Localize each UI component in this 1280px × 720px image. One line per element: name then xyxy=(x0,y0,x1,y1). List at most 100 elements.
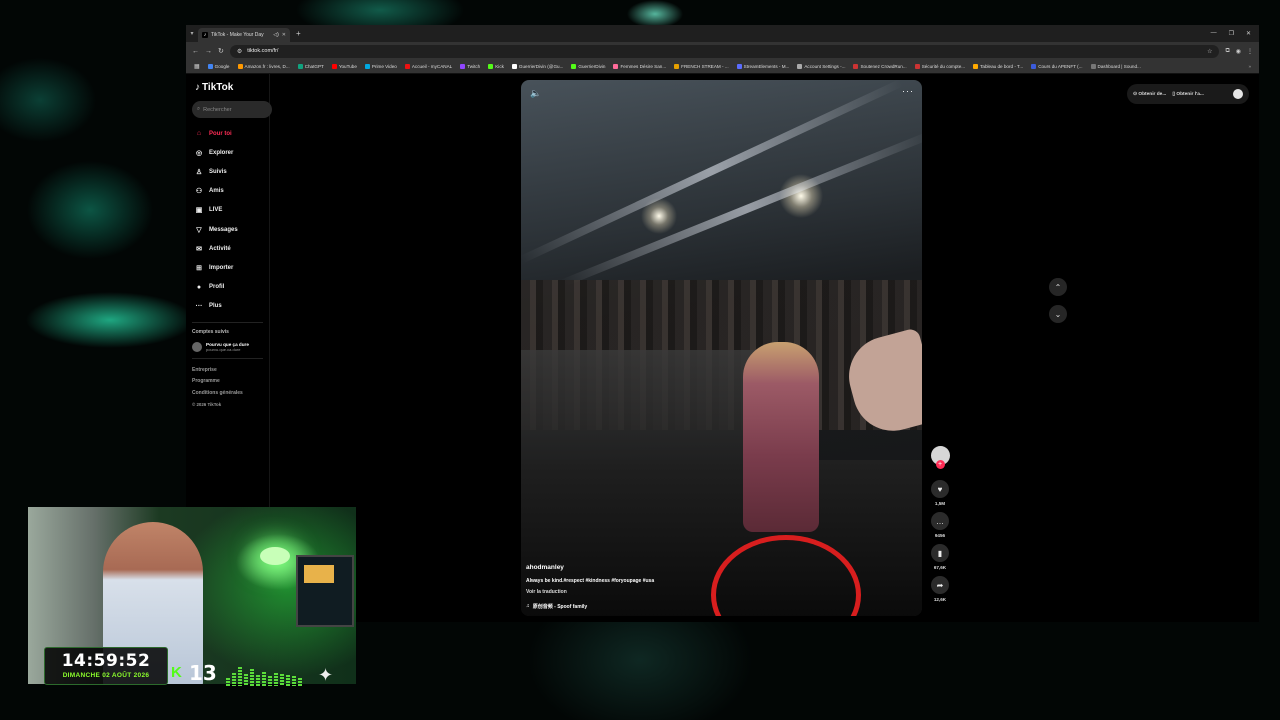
creator-avatar[interactable]: + xyxy=(930,446,950,469)
nav-item-label: Amis xyxy=(209,188,224,195)
restore-icon[interactable]: ❐ xyxy=(1229,30,1234,37)
tab-search-icon[interactable]: ▾ xyxy=(186,30,198,37)
bookmark-item[interactable]: Soutenez CrowdRun... xyxy=(853,64,907,69)
follow-plus-icon[interactable]: + xyxy=(935,460,945,469)
share-button[interactable]: ➦ xyxy=(931,576,949,594)
minimize-icon[interactable]: — xyxy=(1211,30,1217,37)
apps-grid-icon[interactable]: ▦ xyxy=(194,63,200,70)
bookmark-favicon-icon xyxy=(237,64,243,69)
video-player[interactable]: 🔈 ··· ahodmanley Always be kind.#respect… xyxy=(521,80,922,616)
nav-item[interactable]: ◎ Explorer xyxy=(192,143,263,162)
nav-item[interactable]: ⊞ Importer xyxy=(192,258,263,277)
comment-button[interactable]: … xyxy=(931,512,949,530)
nav-item[interactable]: ⌂ Pour toi xyxy=(192,124,263,143)
user-avatar[interactable] xyxy=(1233,89,1243,99)
browser-tab[interactable]: ♪ TikTok - Make Your Day ◁) ✕ xyxy=(198,28,290,42)
search-input[interactable]: ⌕ Rechercher xyxy=(192,101,272,118)
bookmark-label: Google xyxy=(214,64,230,69)
bookmark-favicon-icon xyxy=(404,64,410,69)
see-translation-link[interactable]: Voir la traduction xyxy=(526,589,846,595)
video-actions: + ♥ 1,5M … 9456 ▮ 67,6K ➦ 12,6K xyxy=(930,446,950,608)
footer-link-conditions[interactable]: Conditions générales xyxy=(192,388,263,400)
bookmark-label: GuerrierDivin (@Gu... xyxy=(518,64,564,69)
bookmark-item[interactable]: Femmes Désire San... xyxy=(613,64,666,69)
messages-icon: ▽ xyxy=(196,226,202,234)
bookmark-item[interactable]: Prime Video xyxy=(364,64,397,69)
bookmark-favicon-icon xyxy=(331,64,337,69)
comment-count: 9456 xyxy=(934,533,946,538)
bookmark-item[interactable]: Amazon.fr : livres, D... xyxy=(237,64,290,69)
video-author[interactable]: ahodmanley xyxy=(526,564,846,571)
nav-item[interactable]: ✉ Activité xyxy=(192,239,263,258)
tab-close-icon[interactable]: ✕ xyxy=(282,32,286,38)
bookmark-label: Amazon.fr : livres, D... xyxy=(244,64,290,69)
bookmark-item[interactable]: Google xyxy=(207,64,230,69)
save-count: 67,6K xyxy=(933,565,947,570)
bookmark-item[interactable]: GuerrierDivin xyxy=(571,64,605,69)
divider xyxy=(192,357,263,359)
bookmark-item[interactable]: ChatGPT xyxy=(297,64,324,69)
nav-item[interactable]: ● Profil xyxy=(192,278,263,297)
bookmark-item[interactable]: Account Settings -... xyxy=(797,64,845,69)
more-options-icon[interactable]: ··· xyxy=(902,86,914,96)
monitor xyxy=(296,555,354,627)
video-music[interactable]: ♫ 原创音频 - Spoof family xyxy=(526,603,846,610)
next-video-button[interactable]: ⌄ xyxy=(1049,305,1067,323)
share-icon: ➦ xyxy=(936,580,944,590)
close-window-icon[interactable]: ✕ xyxy=(1246,30,1251,37)
nav-item[interactable]: ▣ LIVE xyxy=(192,201,263,220)
bookmark-item[interactable]: GuerrierDivin (@Gu... xyxy=(511,64,564,69)
bookmark-item[interactable]: StreamElements - M... xyxy=(736,64,789,69)
bookmark-item[interactable]: Sécurité du compte... xyxy=(914,64,966,69)
bookmark-item[interactable]: Tableau de bord - T... xyxy=(973,64,1023,69)
tiktok-logo[interactable]: ♪ TikTok xyxy=(195,82,263,93)
save-button[interactable]: ▮ xyxy=(931,544,949,562)
new-tab-icon[interactable]: + xyxy=(296,29,301,38)
nav-item-label: Suivis xyxy=(209,168,227,175)
nav-item[interactable]: ⚇ Amis xyxy=(192,182,263,201)
forward-icon[interactable]: → xyxy=(205,48,212,55)
get-coins-button[interactable]: ⊙ Obtenir de... xyxy=(1133,92,1166,97)
bookmark-favicon-icon xyxy=(511,64,517,69)
bookmark-label: Sécurité du compte... xyxy=(921,64,966,69)
like-button[interactable]: ♥ xyxy=(931,480,949,498)
menu-icon[interactable]: ⋮ xyxy=(1247,48,1253,55)
bookmark-star-icon[interactable]: ☆ xyxy=(1207,48,1212,55)
bookmark-item[interactable]: Kick xyxy=(488,64,504,69)
nav-item[interactable]: ♙ Suivis xyxy=(192,162,263,181)
activity-icon: ✉ xyxy=(196,245,202,253)
bookmarks-overflow-icon[interactable]: » xyxy=(1248,64,1251,69)
audio-icon[interactable]: ◁) xyxy=(273,32,279,38)
get-app-button[interactable]: ▯ Obtenir l'a... xyxy=(1172,92,1204,97)
back-icon[interactable]: ← xyxy=(192,48,199,55)
previous-video-button[interactable]: ⌃ xyxy=(1049,278,1067,296)
bookmark-item[interactable]: Twitch xyxy=(460,64,480,69)
bookmark-favicon-icon xyxy=(460,64,466,69)
bookmark-label: FRENCH STREAM - ... xyxy=(681,64,729,69)
profile-icon[interactable]: ◉ xyxy=(1236,48,1241,55)
bookmark-favicon-icon xyxy=(914,64,920,69)
extensions-icon[interactable]: ⧉ xyxy=(1225,48,1229,55)
comment-icon: … xyxy=(936,516,944,526)
bookmark-item[interactable]: YouTube xyxy=(331,64,357,69)
bookmark-favicon-icon xyxy=(297,64,303,69)
volume-icon[interactable]: 🔈 xyxy=(530,88,541,99)
clock-time: 14:59:52 xyxy=(61,651,151,671)
reload-icon[interactable]: ↻ xyxy=(218,47,224,55)
tiktok-favicon-icon: ♪ xyxy=(202,32,208,38)
like-count: 1,5M xyxy=(934,501,946,506)
bookmark-item[interactable]: Cours du APENFT (... xyxy=(1031,64,1083,69)
bookmark-item[interactable]: Accueil - myCANAL xyxy=(404,64,452,69)
bookmark-item[interactable]: Dashboard | Sound... xyxy=(1090,64,1141,69)
nav-item[interactable]: ▽ Messages xyxy=(192,220,263,239)
nav-item[interactable]: ··· Plus xyxy=(192,297,263,316)
footer-link-entreprise[interactable]: Entreprise xyxy=(192,365,263,377)
tiktok-note-icon: ♪ xyxy=(195,82,200,93)
footer-link-programme[interactable]: Programme xyxy=(192,376,263,388)
bookmark-item[interactable]: FRENCH STREAM - ... xyxy=(674,64,729,69)
address-bar-row: ← → ↻ ⚙ tiktok.com/fr/ ☆ ⧉ ◉ ⋮ xyxy=(186,42,1259,60)
site-info-icon[interactable]: ⚙ xyxy=(237,48,242,55)
followed-account[interactable]: Pourvu que ça dure pourvu.que.ca.dure xyxy=(192,341,263,352)
bookmark-label: Tableau de bord - T... xyxy=(980,64,1024,69)
omnibox[interactable]: ⚙ tiktok.com/fr/ ☆ xyxy=(229,44,1220,58)
